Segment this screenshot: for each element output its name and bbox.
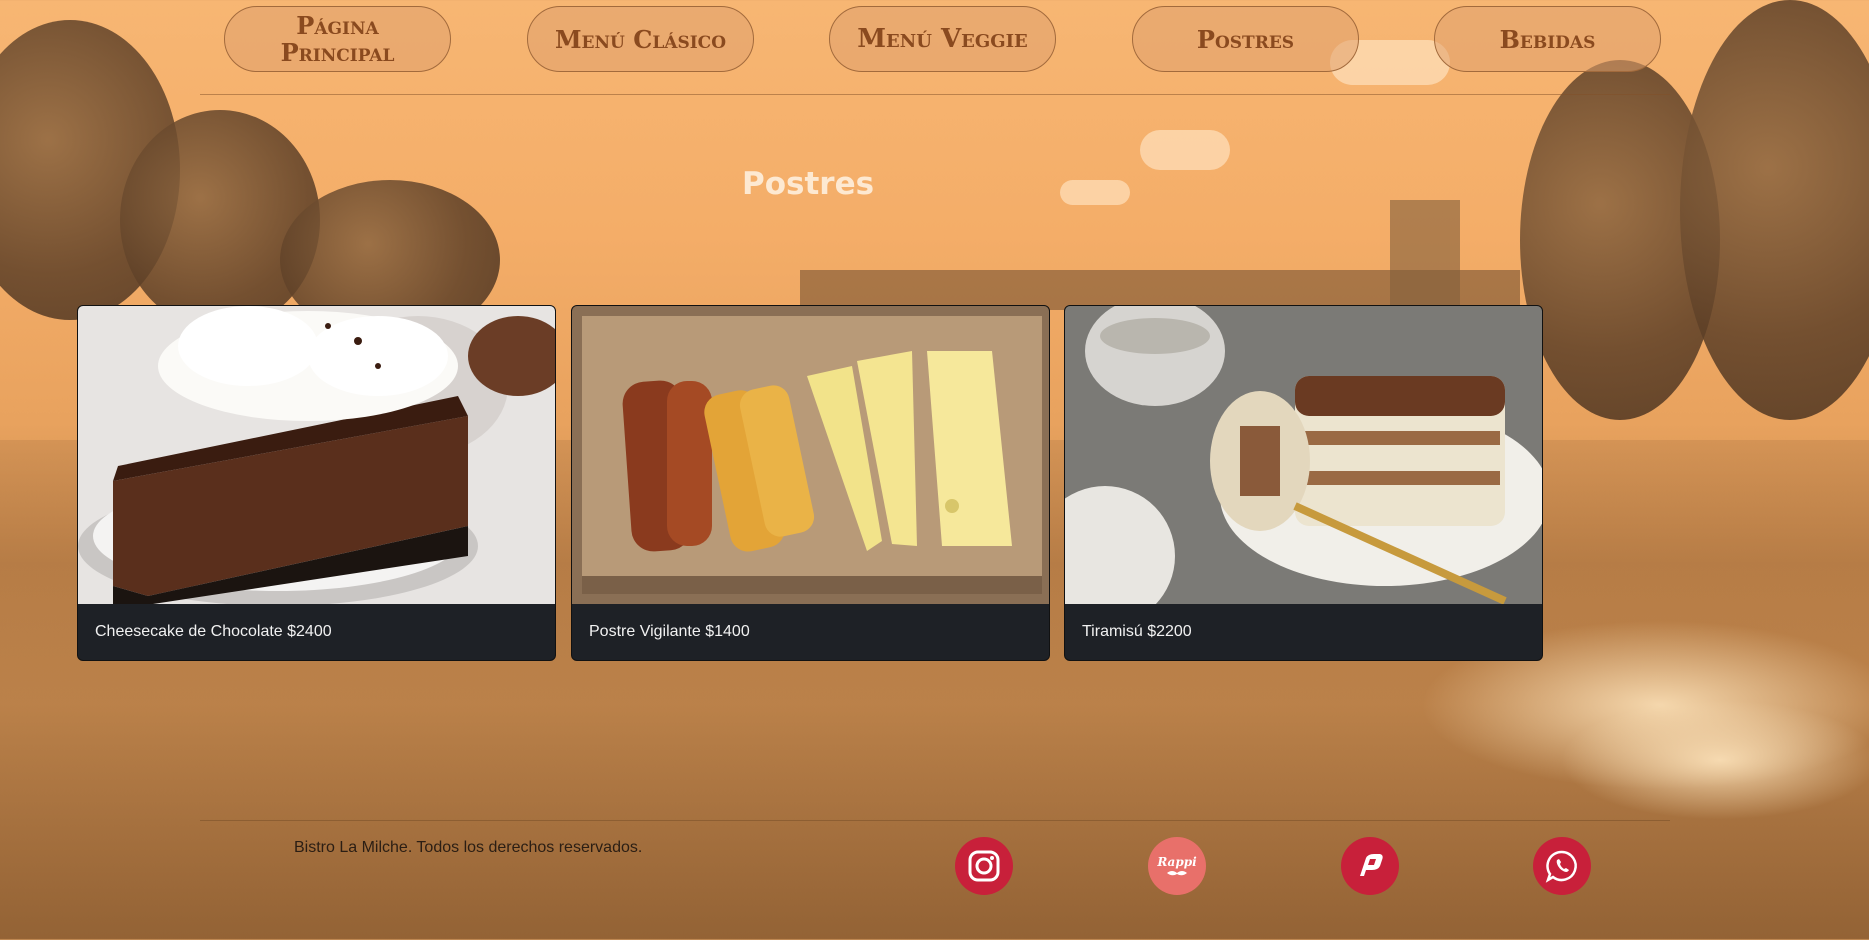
- nav-label: Página: [296, 11, 379, 40]
- main-nav: Página Principal Menú Clásico Menú Veggie…: [200, 0, 1670, 95]
- copyright-text: Bistro La Milche. Todos los derechos res…: [294, 839, 643, 856]
- instagram-link[interactable]: [955, 837, 1013, 895]
- pedidosya-icon: [1360, 854, 1383, 876]
- pedidosya-link[interactable]: [1341, 837, 1399, 895]
- nav-label: Menú Clásico: [554, 24, 727, 54]
- nav-pagina-principal-button[interactable]: Página Principal: [224, 6, 451, 72]
- rappi-icon: Rappi: [1157, 855, 1197, 877]
- whatsapp-link[interactable]: [1533, 837, 1591, 895]
- nav-menu-veggie-button[interactable]: Menú Veggie: [829, 6, 1056, 72]
- tiramisu-image: [1065, 306, 1542, 604]
- instagram-icon: [968, 850, 1000, 882]
- product-caption: Cheesecake de Chocolate $2400: [95, 623, 332, 640]
- quince-and-cheese-image: [572, 306, 1049, 604]
- nav-bebidas-button[interactable]: Bebidas: [1434, 6, 1661, 72]
- product-card-vigilante[interactable]: Postre Vigilante $1400: [571, 305, 1050, 661]
- nav-label: Postres: [1196, 24, 1295, 54]
- product-card-cheesecake[interactable]: Cheesecake de Chocolate $2400: [77, 305, 556, 661]
- whatsapp-icon: [1545, 850, 1577, 883]
- product-caption: Tiramisú $2200: [1082, 623, 1192, 640]
- nav-label: Bebidas: [1499, 24, 1596, 54]
- nav-label: Principal: [280, 38, 395, 67]
- page-title: Postres: [742, 166, 875, 202]
- chocolate-cheesecake-image: [78, 306, 555, 604]
- product-caption: Postre Vigilante $1400: [589, 623, 750, 640]
- product-card-tiramisu[interactable]: Tiramisú $2200: [1064, 305, 1543, 661]
- nav-label: Menú Veggie: [857, 23, 1028, 54]
- rappi-link[interactable]: Rappi: [1148, 837, 1206, 895]
- footer-divider: [200, 820, 1670, 821]
- nav-postres-button[interactable]: Postres: [1132, 6, 1359, 72]
- rappi-logo-text: Rappi: [1157, 855, 1197, 869]
- nav-menu-clasico-button[interactable]: Menú Clásico: [527, 6, 754, 72]
